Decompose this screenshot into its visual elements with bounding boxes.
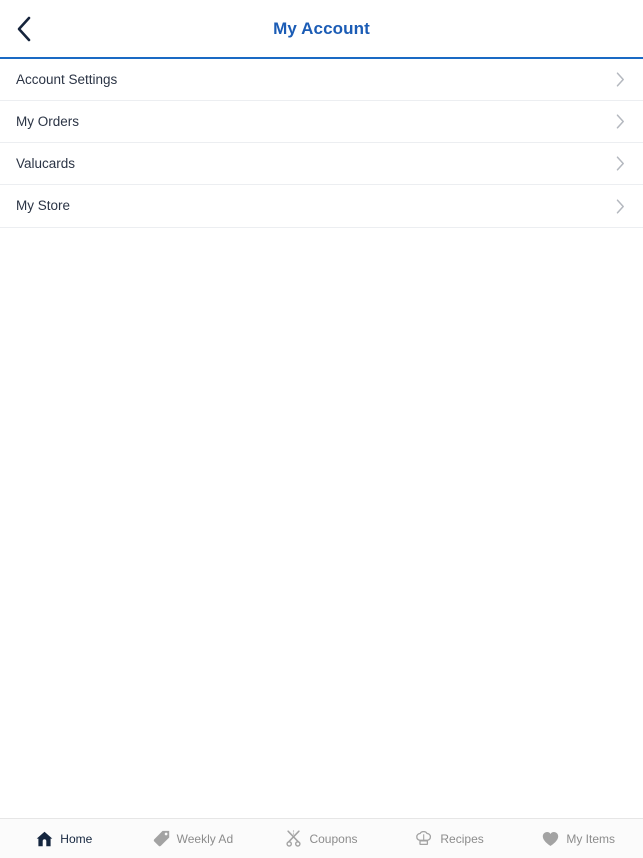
chef-hat-icon — [416, 830, 433, 847]
list-item-label: My Store — [16, 198, 71, 214]
tab-weekly-ad[interactable]: Weekly Ad — [129, 819, 258, 858]
heart-icon — [542, 830, 559, 847]
tab-label: Coupons — [309, 831, 358, 846]
tab-coupons[interactable]: Coupons — [257, 819, 386, 858]
list-item-my-store[interactable]: My Store — [0, 185, 643, 227]
home-icon — [36, 830, 53, 847]
bottom-tab-bar: Home Weekly Ad Coupons Recipes My Items — [0, 818, 643, 858]
chevron-right-icon — [613, 156, 627, 171]
tab-recipes[interactable]: Recipes — [386, 819, 515, 858]
scissors-icon — [285, 830, 302, 847]
tab-label: My Items — [566, 831, 615, 846]
tag-icon — [153, 830, 170, 847]
tab-my-items[interactable]: My Items — [514, 819, 643, 858]
list-item-valucards[interactable]: Valucards — [0, 143, 643, 185]
my-account-screen: My Account Account Settings My Orders Va… — [0, 0, 643, 858]
chevron-left-icon — [16, 16, 32, 42]
tab-label: Recipes — [440, 831, 484, 846]
list-item-label: Valucards — [16, 155, 76, 171]
page-title: My Account — [273, 19, 370, 38]
tab-home[interactable]: Home — [0, 819, 129, 858]
chevron-right-icon — [613, 198, 627, 214]
list-item-account-settings[interactable]: Account Settings — [0, 59, 643, 101]
account-menu-list: Account Settings My Orders Valucards My … — [0, 59, 643, 228]
chevron-right-icon — [613, 72, 627, 87]
list-item-label: Account Settings — [16, 71, 118, 87]
chevron-right-icon — [613, 114, 627, 129]
list-item-my-orders[interactable]: My Orders — [0, 101, 643, 143]
app-header: My Account — [0, 0, 643, 59]
tab-label: Weekly Ad — [176, 831, 234, 846]
empty-content-area — [0, 228, 643, 818]
list-item-label: My Orders — [16, 113, 80, 129]
back-button[interactable] — [0, 0, 48, 57]
tab-label: Home — [60, 831, 93, 846]
